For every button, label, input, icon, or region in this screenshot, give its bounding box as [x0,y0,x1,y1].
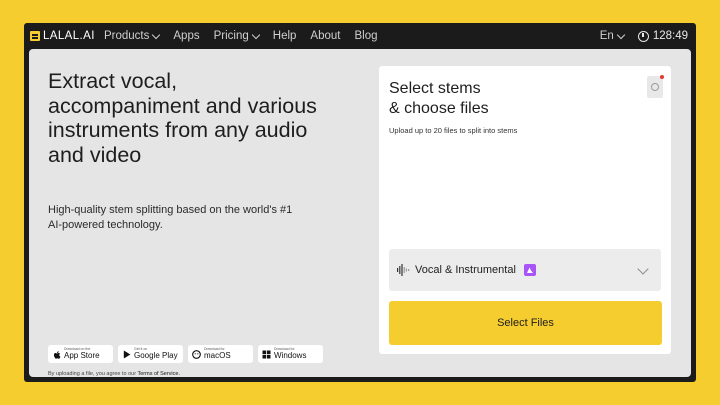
nav-label: Pricing [213,30,249,42]
settings-button[interactable] [647,75,664,98]
select-files-button[interactable]: Select Files [389,301,662,345]
apple-icon [52,350,61,359]
chevron-down-icon [251,30,261,39]
nav-item-apps[interactable]: Apps [173,30,199,42]
nav-label: Help [272,30,297,42]
chevron-down-icon [637,263,649,275]
google-play-button[interactable]: Get it on Google Play [118,345,183,363]
terms-text: By uploading a file, you agree to our [48,371,138,377]
chevron-down-icon [616,30,626,39]
terms-notice: By uploading a file, you agree to our Te… [48,371,180,377]
panel-subtitle: Upload up to 20 files to split into stem… [389,126,518,135]
store-text: Download for Windows [274,347,307,361]
terms-link[interactable]: Terms of Service. [138,371,180,377]
panel-title: Select stems & choose files [389,79,589,119]
panel-title-line1: Select stems [389,80,481,97]
timer-value: 128:49 [652,30,688,42]
panel-title-line2: & choose files [389,100,489,117]
logo-text: LALAL.AI [43,30,95,42]
nav-item-pricing[interactable]: Pricing [213,30,261,42]
store-name: macOS [204,351,231,361]
google-play-icon [122,350,131,359]
stem-option-label: Vocal & Instrumental [415,264,516,276]
nav-item-blog[interactable]: Blog [354,30,377,42]
app-store-button[interactable]: Download on the App Store [48,345,113,363]
logo-mark-icon [30,31,40,41]
nav-label: Products [104,30,150,42]
nav-right: En 128:49 [600,23,688,49]
nav-menu: Products Apps Pricing Help About Blog [104,23,378,49]
language-label: En [599,30,614,42]
store-name: Windows [274,351,307,361]
clock-icon [637,30,649,42]
macos-button[interactable]: Download for macOS [188,345,253,363]
nav-item-about[interactable]: About [310,30,340,42]
stem-badge-icon [524,264,536,276]
upload-panel: Select stems & choose files Upload up to… [379,66,671,354]
store-text: Download on the App Store [64,347,100,361]
main-content: Extract vocal, accompaniment and various… [29,49,691,377]
language-selector[interactable]: En [599,30,626,42]
top-nav: LALAL.AI Products Apps Pricing Help Abou… [24,23,696,49]
nav-label: About [310,30,341,42]
chevron-down-icon [152,30,161,39]
hero-subline: High-quality stem splitting based on the… [48,204,293,231]
logo[interactable]: LALAL.AI [30,29,95,43]
store-name: Google Play [134,351,178,361]
nav-item-products[interactable]: Products [104,30,161,42]
notification-dot [660,75,664,79]
store-name: App Store [64,351,100,361]
store-text: Get it on Google Play [134,347,178,361]
macos-icon [192,349,201,359]
windows-button[interactable]: Download for Windows [258,345,323,363]
stem-selector[interactable]: Vocal & Instrumental [389,249,661,291]
gear-icon [651,83,659,91]
store-badges: Download on the App Store Get it on Goog… [48,345,323,363]
browser-frame: LALAL.AI Products Apps Pricing Help Abou… [24,23,696,382]
nav-label: Blog [354,30,378,42]
nav-item-help[interactable]: Help [273,30,297,42]
store-text: Download for macOS [204,347,231,361]
minutes-balance[interactable]: 128:49 [637,30,688,42]
hero-headline: Extract vocal, accompaniment and various… [48,69,317,167]
windows-icon [262,350,271,359]
waveform-icon [397,264,410,276]
nav-label: Apps [173,30,200,42]
